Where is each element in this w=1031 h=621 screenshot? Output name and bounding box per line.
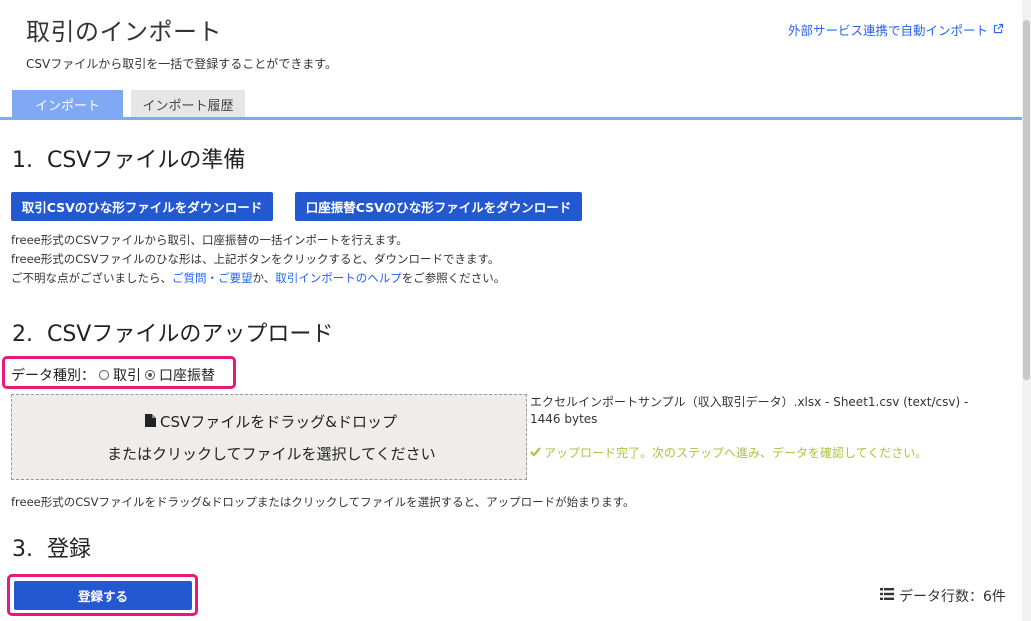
check-icon bbox=[530, 446, 541, 460]
external-service-link-label: 外部サービス連携で自動インポート bbox=[788, 23, 989, 38]
success-text: アップロード完了。次のステップへ進み、データを確認してください。 bbox=[544, 446, 928, 460]
download-koza-template-button[interactable]: 口座振替CSVのひな形ファイルをダウンロード bbox=[295, 192, 582, 221]
import-help-link[interactable]: 取引インポートのヘルプ bbox=[275, 271, 402, 285]
dropzone-line-2: またはクリックしてファイルを選択してください bbox=[107, 445, 436, 463]
scrollbar-thumb[interactable] bbox=[1023, 20, 1030, 380]
data-row-count: データ行数：6件 bbox=[880, 586, 1006, 606]
datatype-selector: データ種別： 取引 口座振替 bbox=[11, 365, 215, 385]
description-line-3: ご不明な点がございましたら、ご質問・ご要望か、取引インポートのヘルプをご参照くだ… bbox=[11, 270, 505, 286]
upload-success-message: アップロード完了。次のステップへ進み、データを確認してください。 bbox=[530, 444, 927, 461]
section-heading-prepare: 1. CSVファイルの準備 bbox=[12, 148, 246, 173]
register-button[interactable]: 登録する bbox=[14, 581, 192, 610]
radio-koza-label[interactable]: 口座振替 bbox=[159, 365, 215, 385]
description-line-2: freee形式のCSVファイルのひな形は、上記ボタンをクリックすると、ダウンロー… bbox=[11, 252, 500, 266]
section-heading-register: 3. 登録 bbox=[12, 537, 91, 562]
page-subtitle: CSVファイルから取引を一括で登録することができます。 bbox=[26, 57, 338, 71]
radio-koza[interactable] bbox=[145, 370, 155, 380]
tab-import[interactable]: インポート bbox=[12, 90, 123, 118]
radio-torihiki-label[interactable]: 取引 bbox=[113, 365, 141, 385]
tab-underline bbox=[0, 117, 1024, 120]
tab-import-history[interactable]: インポート履歴 bbox=[131, 90, 245, 118]
external-link-icon bbox=[993, 22, 1004, 37]
feedback-link[interactable]: ご質問・ご要望 bbox=[172, 271, 253, 285]
dropzone-line-1: CSVファイルをドラッグ&ドロップ bbox=[145, 411, 397, 432]
csv-dropzone[interactable] bbox=[11, 394, 527, 480]
list-icon bbox=[880, 588, 894, 604]
datatype-label: データ種別： bbox=[11, 368, 95, 384]
external-service-link[interactable]: 外部サービス連携で自動インポート bbox=[788, 20, 1004, 39]
uploaded-file-info: エクセルインポートサンプル（収入取引データ）.xlsx - Sheet1.csv… bbox=[530, 395, 969, 426]
page-title: 取引のインポート bbox=[26, 18, 222, 46]
description-text: をご参照ください。 bbox=[401, 271, 506, 285]
row-count-text: データ行数：6件 bbox=[899, 589, 1006, 605]
download-torihiki-template-button[interactable]: 取引CSVのひな形ファイルをダウンロード bbox=[11, 192, 273, 221]
description-text: か、 bbox=[252, 271, 276, 285]
file-icon bbox=[145, 413, 156, 431]
radio-torihiki[interactable] bbox=[99, 370, 109, 380]
upload-note: freee形式のCSVファイルをドラッグ&ドロップまたはクリックしてファイルを選… bbox=[11, 495, 635, 509]
description-line-1: freee形式のCSVファイルから取引、口座振替の一括インポートを行えます。 bbox=[11, 233, 408, 247]
description-text: ご不明な点がございましたら、 bbox=[11, 271, 172, 285]
section-heading-upload: 2. CSVファイルのアップロード bbox=[12, 322, 334, 347]
dropzone-text-1: CSVファイルをドラッグ&ドロップ bbox=[160, 413, 397, 431]
